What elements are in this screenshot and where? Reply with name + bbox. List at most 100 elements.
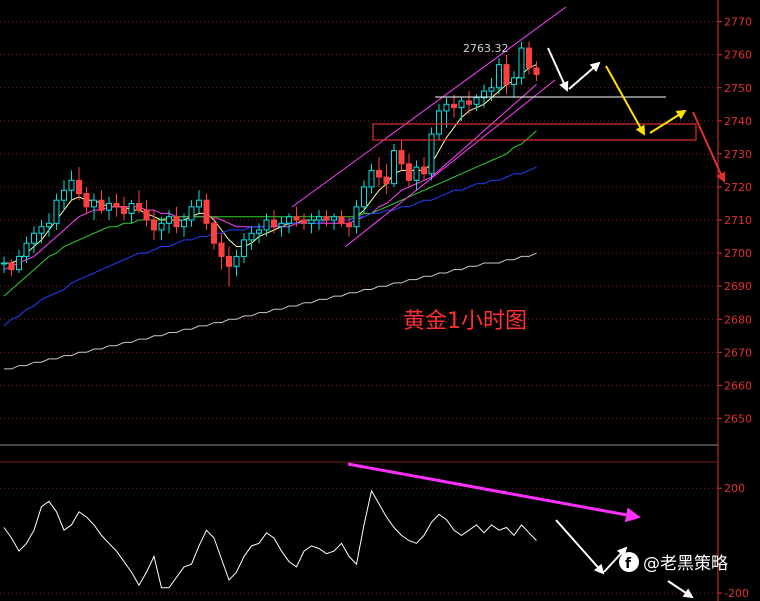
candle xyxy=(286,213,292,234)
ma-line-1 xyxy=(3,84,537,271)
candle-body xyxy=(503,64,510,85)
divergence-line xyxy=(347,462,641,523)
chart-title: 黄金1小时图 xyxy=(403,309,527,334)
candle xyxy=(203,193,210,230)
candle-body xyxy=(451,103,457,109)
candle xyxy=(121,196,127,221)
arrow-down-white-osc-2 xyxy=(667,580,694,599)
candle-body xyxy=(383,176,390,185)
candle xyxy=(151,210,157,240)
candle-body xyxy=(346,222,352,228)
price-tick-label: 2750 xyxy=(724,82,752,95)
arrow-down-red xyxy=(692,111,726,183)
candle-body xyxy=(203,199,210,224)
candle-body xyxy=(106,203,112,211)
arrow-up-white xyxy=(568,61,601,90)
candle-body xyxy=(121,206,127,214)
candle-body xyxy=(128,203,135,214)
candle xyxy=(278,216,285,237)
candle-body xyxy=(143,209,150,221)
candle xyxy=(503,54,510,95)
candle xyxy=(61,180,67,211)
candle-body xyxy=(533,67,540,76)
candle xyxy=(488,77,495,101)
candle-body xyxy=(218,242,225,257)
candle-body xyxy=(226,255,232,267)
candle xyxy=(331,213,337,230)
candle-body xyxy=(68,179,75,191)
price-tick-label: 2730 xyxy=(724,148,752,161)
forecast-arrows xyxy=(547,47,726,183)
price-annotation: 2763.32 xyxy=(463,42,509,55)
candle xyxy=(301,213,307,230)
candle-body xyxy=(23,242,30,257)
candle xyxy=(248,226,255,250)
candle-body xyxy=(526,47,532,69)
candle-body xyxy=(368,169,375,188)
candle xyxy=(458,97,465,121)
candle-body xyxy=(511,77,517,85)
candle xyxy=(353,200,360,234)
candle xyxy=(218,233,225,270)
candle-body xyxy=(278,222,285,228)
candle xyxy=(91,193,97,221)
candle-body xyxy=(488,87,495,92)
candle xyxy=(428,127,435,181)
candle-body xyxy=(466,100,472,105)
candle-body xyxy=(83,193,90,208)
candle-body xyxy=(361,186,367,208)
candle-body xyxy=(166,216,172,224)
candle-body xyxy=(293,216,300,221)
candle xyxy=(398,140,405,171)
oscillator-tick-label: 200 xyxy=(724,482,745,495)
candle-body xyxy=(271,219,277,228)
candle-body xyxy=(91,199,97,208)
price-tick-label: 2690 xyxy=(724,280,752,293)
candle xyxy=(83,186,90,214)
candle xyxy=(316,210,322,230)
candle xyxy=(38,220,45,244)
candle-body xyxy=(241,239,247,257)
oscillator-tick-label: -200 xyxy=(724,587,749,600)
candle xyxy=(406,153,412,187)
candle xyxy=(31,226,37,254)
candle-body xyxy=(256,229,262,234)
candle-body xyxy=(376,169,382,178)
candle-body xyxy=(323,216,330,221)
candle xyxy=(518,41,525,85)
candle-body xyxy=(338,216,345,224)
candle-body xyxy=(61,189,67,201)
candle-body xyxy=(211,222,217,244)
candle xyxy=(391,143,397,187)
oscillator-axis: -200 200 xyxy=(718,482,749,600)
candle xyxy=(338,210,345,227)
candle-body xyxy=(53,199,60,224)
candle xyxy=(481,84,487,108)
candle xyxy=(196,190,202,214)
candle xyxy=(143,200,150,227)
ma-line-0 xyxy=(4,64,537,264)
facebook-icon-glyph: f xyxy=(625,556,632,572)
candle xyxy=(421,157,427,181)
candle-body xyxy=(98,199,105,211)
candle xyxy=(188,200,195,227)
candle xyxy=(1,256,7,273)
divergence-arrows xyxy=(347,462,694,599)
candle xyxy=(136,190,142,214)
candle xyxy=(466,91,472,115)
candle-body xyxy=(233,255,240,267)
candle xyxy=(173,206,180,234)
candle xyxy=(76,167,82,201)
price-tick-label: 2710 xyxy=(724,214,752,227)
candle-body xyxy=(301,219,307,224)
candle-body xyxy=(173,216,180,228)
candle xyxy=(451,94,457,118)
candle xyxy=(533,61,540,82)
oscillator-grid xyxy=(0,461,718,594)
candle-body xyxy=(353,206,360,228)
candle-body xyxy=(8,262,15,271)
price-tick-label: 2650 xyxy=(724,412,752,425)
candle-body xyxy=(421,166,427,175)
candle xyxy=(443,97,450,128)
candle-body xyxy=(31,232,37,244)
